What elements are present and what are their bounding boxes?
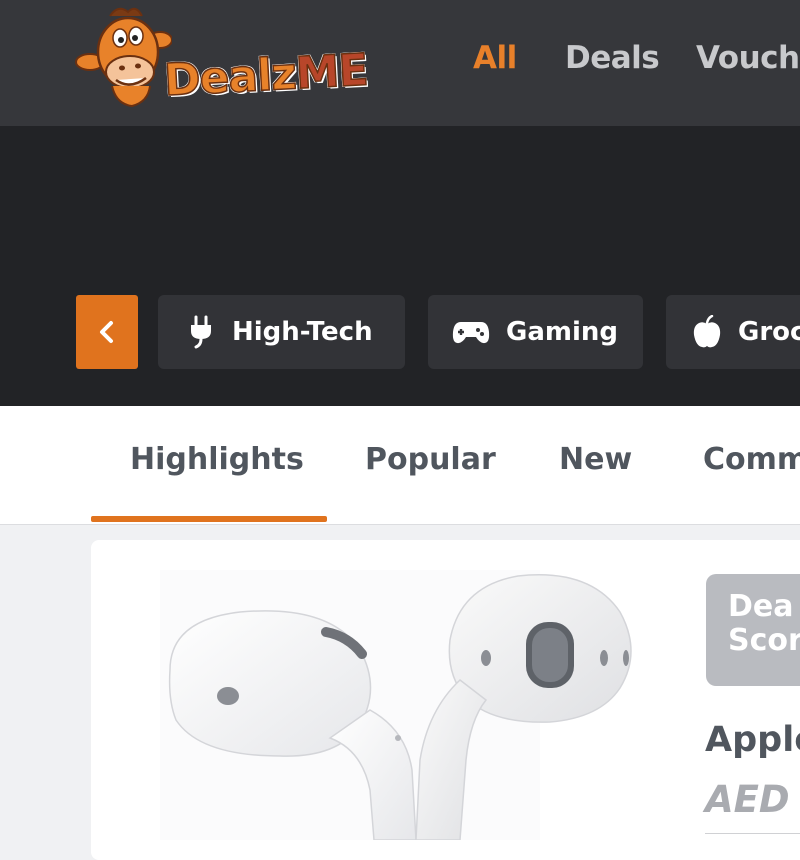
deal-score-badge: Dea Scor <box>706 574 800 686</box>
tab-highlights[interactable]: Highlights <box>130 442 304 477</box>
apple-icon <box>692 315 722 349</box>
deal-title[interactable]: Apple <box>705 720 800 760</box>
tab-commented[interactable]: Comm <box>703 442 800 477</box>
chevron-left-icon <box>100 321 113 343</box>
nav-deals[interactable]: Deals <box>565 40 660 76</box>
category-groceries[interactable]: Groc <box>666 295 800 369</box>
divider <box>705 833 800 834</box>
tab-popular[interactable]: Popular <box>365 442 496 477</box>
deal-score-line1: Dea <box>728 589 794 624</box>
category-prev-button[interactable] <box>76 295 138 369</box>
category-label: Gaming <box>506 317 619 347</box>
top-header: DealzME All Deals Vouche <box>0 0 800 126</box>
gamepad-icon <box>452 318 490 346</box>
deal-tabs: Highlights Popular New Comm <box>0 406 800 525</box>
nav-all[interactable]: All <box>473 40 517 76</box>
plug-icon <box>186 315 216 349</box>
category-high-tech[interactable]: High-Tech <box>158 295 405 369</box>
category-gaming[interactable]: Gaming <box>428 295 643 369</box>
category-label: High-Tech <box>232 317 373 347</box>
deal-price: AED <box>705 778 790 821</box>
logo-wordmark: DealzME <box>162 44 369 107</box>
nav-vouchers[interactable]: Vouche <box>696 40 800 76</box>
active-tab-indicator <box>91 516 327 522</box>
deal-score-line2: Scor <box>728 623 800 658</box>
tab-new[interactable]: New <box>559 442 632 477</box>
category-label: Groc <box>738 317 800 347</box>
earbuds-image[interactable] <box>130 560 650 841</box>
camel-mascot-icon <box>75 7 172 108</box>
dealzme-logo[interactable]: DealzME <box>72 2 402 120</box>
